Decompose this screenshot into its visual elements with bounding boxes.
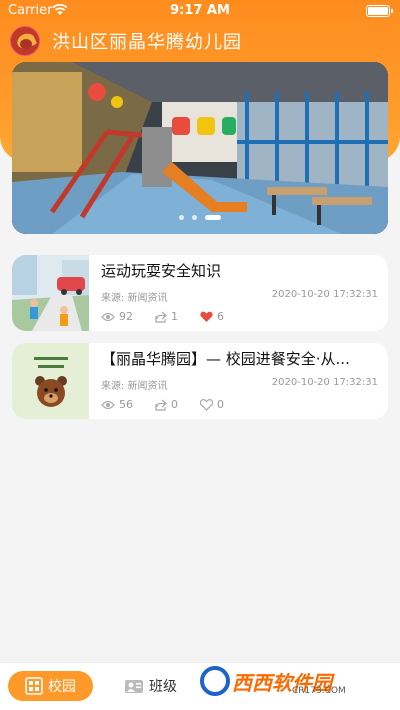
battery-icon — [366, 5, 393, 17]
news-source: 来源: 新闻资讯 — [101, 293, 168, 304]
news-date: 2020-10-20 17:32:31 — [271, 289, 378, 300]
news-source: 来源: 新闻资讯 — [101, 381, 168, 392]
school-logo — [10, 26, 40, 56]
news-stats: 92 1 6 — [101, 310, 246, 323]
like-count: 0 — [217, 398, 224, 411]
carousel-dot-active[interactable] — [205, 215, 221, 220]
share-icon — [155, 399, 167, 411]
news-stats: 56 0 0 — [101, 398, 246, 411]
views-stat: 56 — [101, 398, 133, 411]
banner-carousel[interactable] — [12, 62, 388, 234]
page-title: 洪山区丽晶华腾幼儿园 — [52, 32, 242, 53]
eye-icon — [101, 400, 115, 409]
watermark-url: CR173.COM — [292, 686, 346, 696]
news-title[interactable]: 运动玩耍安全知识 — [101, 261, 378, 281]
like-button[interactable]: 6 — [200, 310, 224, 323]
like-count: 6 — [217, 310, 224, 323]
share-count: 0 — [171, 398, 178, 411]
watermark-icon — [200, 666, 230, 696]
status-bar: Carrier 9:17 AM — [0, 0, 400, 22]
share-count: 1 — [171, 310, 178, 323]
news-card[interactable]: 运动玩耍安全知识 来源: 新闻资讯 2020-10-20 17:32:31 92 — [12, 255, 388, 331]
news-thumbnail — [12, 343, 89, 419]
watermark-logo: 西西软件园 CR173.COM — [200, 664, 380, 698]
news-thumbnail — [12, 255, 89, 331]
news-card[interactable]: 【丽晶华腾园】— 校园进餐安全·从... 来源: 新闻资讯 2020-10-20… — [12, 343, 388, 419]
status-time: 9:17 AM — [170, 3, 230, 18]
app-header: 洪山区丽晶华腾幼儿园 — [10, 26, 242, 56]
carousel-dot[interactable] — [179, 215, 184, 220]
tab-class-label: 班级 — [149, 679, 177, 695]
tab-campus[interactable]: 校园 — [8, 671, 93, 701]
banner-image — [12, 62, 388, 234]
news-date: 2020-10-20 17:32:31 — [271, 377, 378, 388]
campus-icon — [25, 677, 43, 695]
share-button[interactable]: 1 — [155, 310, 178, 323]
views-count: 92 — [119, 310, 133, 323]
carousel-dot[interactable] — [192, 215, 197, 220]
carousel-indicator[interactable] — [12, 215, 388, 220]
share-button[interactable]: 0 — [155, 398, 178, 411]
share-icon — [155, 311, 167, 323]
eye-icon — [101, 312, 115, 321]
views-stat: 92 — [101, 310, 133, 323]
class-icon — [125, 680, 143, 693]
like-button[interactable]: 0 — [200, 398, 224, 411]
news-content: 【丽晶华腾园】— 校园进餐安全·从... 来源: 新闻资讯 2020-10-20… — [89, 343, 388, 419]
heart-outline-icon — [200, 398, 213, 411]
news-title[interactable]: 【丽晶华腾园】— 校园进餐安全·从... — [101, 349, 378, 369]
tab-class[interactable]: 班级 — [124, 671, 177, 701]
news-list: 运动玩耍安全知识 来源: 新闻资讯 2020-10-20 17:32:31 92 — [12, 255, 388, 431]
views-count: 56 — [119, 398, 133, 411]
news-meta: 来源: 新闻资讯 2020-10-20 17:32:31 — [101, 377, 378, 392]
news-meta: 来源: 新闻资讯 2020-10-20 17:32:31 — [101, 289, 378, 304]
tab-campus-label: 校园 — [48, 679, 76, 695]
heart-filled-icon — [200, 311, 213, 322]
news-content: 运动玩耍安全知识 来源: 新闻资讯 2020-10-20 17:32:31 92 — [89, 255, 388, 331]
